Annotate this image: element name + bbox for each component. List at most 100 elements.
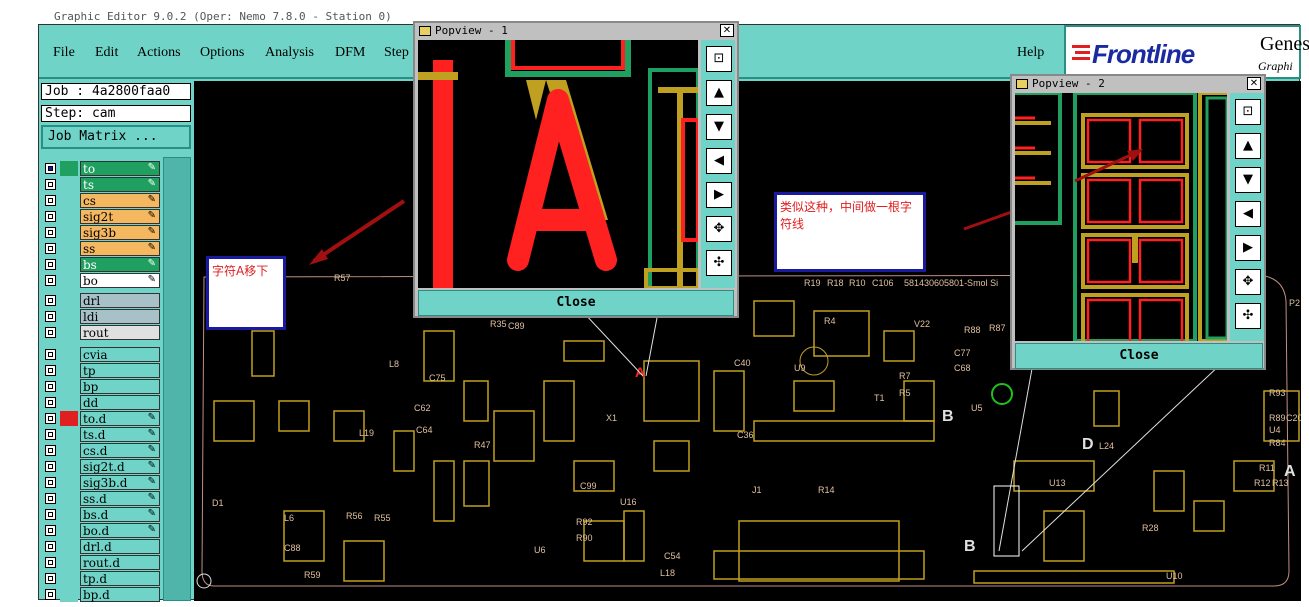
layer-row-sig3b-d[interactable]: sig3b.d ✎ [43,475,161,490]
layer-checkbox[interactable] [45,589,56,600]
layer-name[interactable]: rout.d [80,555,160,570]
layer-row-ts[interactable]: ts ✎ [43,177,161,192]
layer-name[interactable]: bs ✎ [80,257,160,272]
layer-name[interactable]: ts.d ✎ [80,427,160,442]
layer-row-tp-d[interactable]: tp.d [43,571,161,586]
job-matrix-button[interactable]: Job Matrix ... [41,125,191,149]
layer-color-swatch[interactable] [60,241,78,256]
layer-checkbox[interactable] [45,429,56,440]
popview-2-view[interactable] [1015,93,1227,341]
layer-name[interactable]: ss.d ✎ [80,491,160,506]
layer-name[interactable]: bo.d ✎ [80,523,160,538]
layer-name[interactable]: bp [80,379,160,394]
layer-checkbox[interactable] [45,461,56,472]
layer-row-drl[interactable]: drl [43,293,161,308]
layer-name[interactable]: dd [80,395,160,410]
popview-1-close-x[interactable]: ✕ [720,24,734,37]
menu-actions[interactable]: Actions [137,45,181,61]
layer-row-cs[interactable]: cs ✎ [43,193,161,208]
layer-checkbox[interactable] [45,259,56,270]
layer-color-swatch[interactable] [60,411,78,426]
layer-color-swatch[interactable] [60,193,78,208]
layer-color-swatch[interactable] [60,395,78,410]
layer-checkbox[interactable] [45,211,56,222]
layer-checkbox[interactable] [45,365,56,376]
layer-row-cvia[interactable]: cvia [43,347,161,362]
layer-name[interactable]: sig3b.d ✎ [80,475,160,490]
menu-step[interactable]: Step [384,45,409,61]
layer-color-swatch[interactable] [60,177,78,192]
pv1-pan-left-icon[interactable]: ◀ [706,148,732,174]
layer-scrollbar[interactable] [163,157,191,601]
layer-checkbox[interactable] [45,525,56,536]
layer-row-sig3b[interactable]: sig3b ✎ [43,225,161,240]
popview-2-close-x[interactable]: ✕ [1247,77,1261,90]
layer-row-to-d[interactable]: to.d ✎ [43,411,161,426]
popview-1-close-button[interactable]: Close [418,290,734,316]
layer-color-swatch[interactable] [60,363,78,378]
layer-row-cs-d[interactable]: cs.d ✎ [43,443,161,458]
menu-options[interactable]: Options [200,45,244,61]
layer-color-swatch[interactable] [60,475,78,490]
layer-color-swatch[interactable] [60,523,78,538]
layer-name[interactable]: to.d ✎ [80,411,160,426]
layer-checkbox[interactable] [45,227,56,238]
layer-row-rout-d[interactable]: rout.d [43,555,161,570]
layer-name[interactable]: cs.d ✎ [80,443,160,458]
layer-checkbox[interactable] [45,477,56,488]
layer-name[interactable]: ldi [80,309,160,324]
layer-color-swatch[interactable] [60,507,78,522]
layer-name[interactable]: sig2t ✎ [80,209,160,224]
layer-name[interactable]: bp.d [80,587,160,602]
layer-name[interactable]: cs ✎ [80,193,160,208]
layer-row-ts-d[interactable]: ts.d ✎ [43,427,161,442]
layer-name[interactable]: cvia [80,347,160,362]
menu-help[interactable]: Help [1017,45,1044,61]
layer-row-tp[interactable]: tp [43,363,161,378]
layer-checkbox[interactable] [45,295,56,306]
layer-row-sig2t[interactable]: sig2t ✎ [43,209,161,224]
layer-row-bo[interactable]: bo ✎ [43,273,161,288]
menu-analysis[interactable]: Analysis [265,45,314,61]
layer-name[interactable]: tp [80,363,160,378]
layer-color-swatch[interactable] [60,347,78,362]
layer-row-ss-d[interactable]: ss.d ✎ [43,491,161,506]
layer-name[interactable]: tp.d [80,571,160,586]
layer-checkbox[interactable] [45,381,56,392]
layer-row-rout[interactable]: rout [43,325,161,340]
layer-name[interactable]: bs.d ✎ [80,507,160,522]
layer-color-swatch[interactable] [60,309,78,324]
layer-row-ss[interactable]: ss ✎ [43,241,161,256]
menu-edit[interactable]: Edit [95,45,118,61]
layer-color-swatch[interactable] [60,325,78,340]
layer-checkbox[interactable] [45,349,56,360]
layer-color-swatch[interactable] [60,491,78,506]
layer-color-swatch[interactable] [60,273,78,288]
layer-checkbox[interactable] [45,541,56,552]
layer-checkbox[interactable] [45,445,56,456]
layer-name[interactable]: bo ✎ [80,273,160,288]
layer-color-swatch[interactable] [60,459,78,474]
layer-checkbox[interactable] [45,509,56,520]
layer-checkbox[interactable] [45,413,56,424]
layer-color-swatch[interactable] [60,161,78,176]
pv1-zoom-out-icon[interactable]: ✣ [706,250,732,276]
menu-file[interactable]: File [53,45,75,61]
layer-color-swatch[interactable] [60,555,78,570]
pv2-pan-right-icon[interactable]: ▶ [1235,235,1261,261]
layer-checkbox[interactable] [45,311,56,322]
layer-row-to[interactable]: to ✎ [43,161,161,176]
pv2-pan-left-icon[interactable]: ◀ [1235,201,1261,227]
pv1-fit-icon[interactable]: ⊡ [706,46,732,72]
layer-color-swatch[interactable] [60,209,78,224]
layer-row-bo-d[interactable]: bo.d ✎ [43,523,161,538]
pv2-fit-icon[interactable]: ⊡ [1235,99,1261,125]
layer-row-ldi[interactable]: ldi [43,309,161,324]
layer-row-drl-d[interactable]: drl.d [43,539,161,554]
layer-name[interactable]: sig3b ✎ [80,225,160,240]
layer-checkbox[interactable] [45,195,56,206]
pv1-pan-right-icon[interactable]: ▶ [706,182,732,208]
layer-checkbox[interactable] [45,243,56,254]
pv2-pan-up-icon[interactable]: ▲ [1235,133,1261,159]
layer-color-swatch[interactable] [60,293,78,308]
